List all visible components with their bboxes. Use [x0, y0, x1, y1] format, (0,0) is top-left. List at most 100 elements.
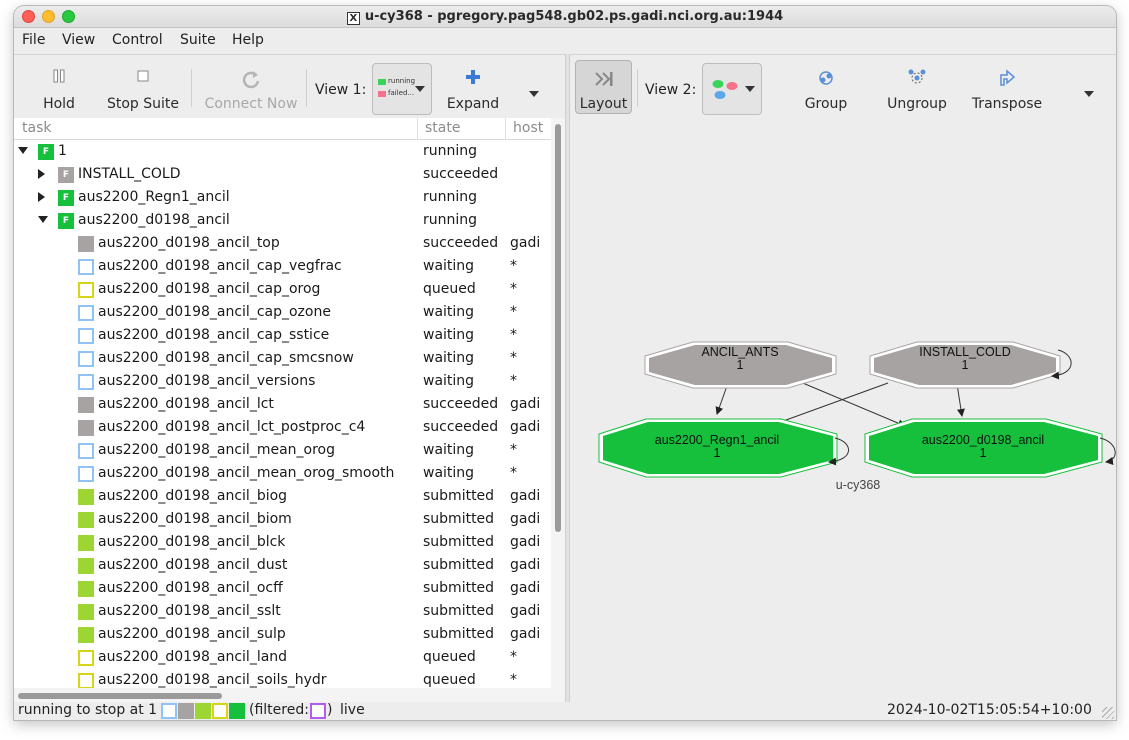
menu-file[interactable]: File	[22, 32, 45, 48]
family-running-icon: F	[38, 144, 54, 160]
column-header-task[interactable]: task	[22, 120, 51, 136]
connect-now-button[interactable]: Connect Now	[200, 55, 302, 119]
column-divider[interactable]	[505, 118, 506, 140]
queued-state-filter[interactable]	[212, 703, 228, 719]
task-state: submitted	[423, 557, 495, 573]
tree-row[interactable]: aus2200_d0198_ancil_sslt submitted gadi	[14, 600, 551, 623]
column-header-state[interactable]: state	[425, 120, 460, 136]
menu-control[interactable]: Control	[112, 32, 163, 48]
task-host: *	[510, 281, 517, 297]
menu-help[interactable]: Help	[232, 32, 264, 48]
succeeded-state-filter[interactable]	[178, 703, 194, 719]
ungroup-button[interactable]: Ungroup	[872, 55, 962, 119]
tree-row[interactable]: F INSTALL_COLD succeeded	[14, 163, 551, 186]
filtered-state-swatch[interactable]	[310, 703, 326, 719]
view1-selector[interactable]: running failed...	[372, 63, 432, 115]
toolbar-separator	[191, 69, 192, 107]
task-state: waiting	[423, 442, 475, 458]
group-button[interactable]: Group	[785, 55, 867, 119]
tree-row[interactable]: Faus2200_Regn1_ancil running	[14, 186, 551, 209]
task-name: aus2200_d0198_ancil_top	[98, 235, 280, 251]
task-waiting-icon	[78, 305, 94, 321]
tree-row[interactable]: aus2200_d0198_ancil_mean_orog waiting *	[14, 439, 551, 462]
title-bar: Xu-cy368 - pgregory.pag548.gb02.ps.gadi.…	[14, 6, 1116, 28]
tree-row[interactable]: aus2200_d0198_ancil_biog submitted gadi	[14, 485, 551, 508]
tree-row[interactable]: aus2200_d0198_ancil_cap_ozone waiting *	[14, 301, 551, 324]
tree-row[interactable]: aus2200_d0198_ancil_cap_sstice waiting *	[14, 324, 551, 347]
task-name: aus2200_d0198_ancil_soils_hydr	[98, 672, 327, 688]
graph-node-aus2200-d0198-ancil[interactable]: aus2200_d0198_ancil 1	[864, 418, 1116, 478]
toolbar-overflow-menu[interactable]	[529, 91, 539, 97]
scrollbar-thumb[interactable]	[555, 124, 561, 532]
toolbar-overflow-menu[interactable]	[1084, 91, 1094, 97]
window-title: Xu-cy368 - pgregory.pag548.gb02.ps.gadi.…	[14, 9, 1116, 25]
layout-button[interactable]: Layout	[575, 60, 632, 114]
tree-vertical-scrollbar[interactable]	[551, 118, 565, 702]
collapse-arrow-icon[interactable]	[18, 147, 28, 154]
waiting-state-filter[interactable]	[161, 703, 177, 719]
task-host: *	[510, 442, 517, 458]
graph-node-aus2200-regn1-ancil[interactable]: aus2200_Regn1_ancil 1	[598, 418, 849, 478]
resize-grip[interactable]	[1102, 707, 1114, 719]
x11-icon: X	[346, 12, 360, 25]
tree-row[interactable]: F 1 running	[14, 140, 551, 163]
tree-row[interactable]: aus2200_d0198_ancil_lct_postproc_c4 succe…	[14, 416, 551, 439]
graph-node-install-cold[interactable]: INSTALL_COLD 1	[869, 341, 1072, 389]
menu-suite[interactable]: Suite	[180, 32, 216, 48]
submitted-state-filter[interactable]	[195, 703, 211, 719]
tree-row[interactable]: aus2200_d0198_ancil_cap_vegfrac waiting *	[14, 255, 551, 278]
tree-row[interactable]: aus2200_d0198_ancil_cap_smcsnow waiting *	[14, 347, 551, 370]
expand-arrow-icon[interactable]	[38, 192, 45, 202]
tree-row[interactable]: aus2200_d0198_ancil_versions waiting *	[14, 370, 551, 393]
filtered-label: (filtered:	[249, 702, 309, 718]
menu-view[interactable]: View	[62, 32, 95, 48]
task-state: succeeded	[423, 166, 499, 182]
hold-button[interactable]: Hold	[26, 55, 92, 119]
failed-legend-label: failed...	[388, 89, 415, 97]
graph-panel: ANCIL_ANTS 1 INSTALL_COLD 1 aus2200_Regn…	[570, 118, 1116, 702]
task-host: gadi	[510, 534, 541, 550]
column-divider[interactable]	[417, 118, 418, 140]
task-state: succeeded	[423, 419, 499, 435]
tree-row[interactable]: aus2200_d0198_ancil_lct succeeded gadi	[14, 393, 551, 416]
chevron-down-icon	[745, 86, 755, 92]
task-name: aus2200_d0198_ancil_cap_vegfrac	[98, 258, 342, 274]
tree-horizontal-scrollbar[interactable]	[14, 688, 551, 702]
view2-label: View 2:	[645, 82, 697, 98]
stop-suite-button[interactable]: Stop Suite	[104, 55, 182, 119]
tree-row[interactable]: aus2200_d0198_ancil_dust submitted gadi	[14, 554, 551, 577]
tree-row[interactable]: aus2200_d0198_ancil_top succeeded gadi	[14, 232, 551, 255]
task-name: aus2200_d0198_ancil_biog	[98, 488, 288, 504]
stop-suite-label: Stop Suite	[106, 96, 180, 112]
transpose-button[interactable]: Transpose	[965, 55, 1049, 119]
stop-icon	[137, 70, 149, 82]
task-name: aus2200_d0198_ancil_cap_sstice	[98, 327, 330, 343]
scrollbar-thumb[interactable]	[18, 693, 222, 699]
collapse-arrow-icon[interactable]	[38, 216, 48, 223]
column-header-host[interactable]: host	[513, 120, 543, 136]
task-waiting-icon	[78, 466, 94, 482]
task-state: running	[423, 143, 478, 159]
graph-node-label: aus2200_d0198_ancil	[922, 433, 1044, 447]
expand-arrow-icon[interactable]	[38, 169, 45, 179]
tree-row[interactable]: aus2200_d0198_ancil_land queued *	[14, 646, 551, 669]
task-waiting-icon	[78, 259, 94, 275]
tree-row[interactable]: aus2200_d0198_ancil_sulp submitted gadi	[14, 623, 551, 646]
task-waiting-icon	[78, 328, 94, 344]
tree-row[interactable]: aus2200_d0198_ancil_cap_orog queued *	[14, 278, 551, 301]
running-state-filter[interactable]	[229, 703, 245, 719]
tree-row[interactable]: Faus2200_d0198_ancil running	[14, 209, 551, 232]
task-name: aus2200_d0198_ancil_blck	[98, 534, 286, 550]
toolbar-separator	[306, 69, 307, 107]
tree-row[interactable]: aus2200_d0198_ancil_biom submitted gadi	[14, 508, 551, 531]
tree-row[interactable]: aus2200_d0198_ancil_mean_orog_smooth wait…	[14, 462, 551, 485]
view2-selector[interactable]	[702, 63, 762, 115]
tree-row[interactable]: aus2200_d0198_ancil_blck submitted gadi	[14, 531, 551, 554]
graph-node-cycle: 1	[714, 446, 721, 460]
graph-node-ancil-ants[interactable]: ANCIL_ANTS 1	[644, 341, 837, 389]
graph-suite-label: u-cy368	[836, 478, 881, 492]
view1-label: View 1:	[315, 82, 367, 98]
tree-row[interactable]: aus2200_d0198_ancil_ocff submitted gadi	[14, 577, 551, 600]
family-succeeded-icon: F	[58, 167, 74, 183]
expand-button[interactable]: Expand	[439, 55, 507, 119]
